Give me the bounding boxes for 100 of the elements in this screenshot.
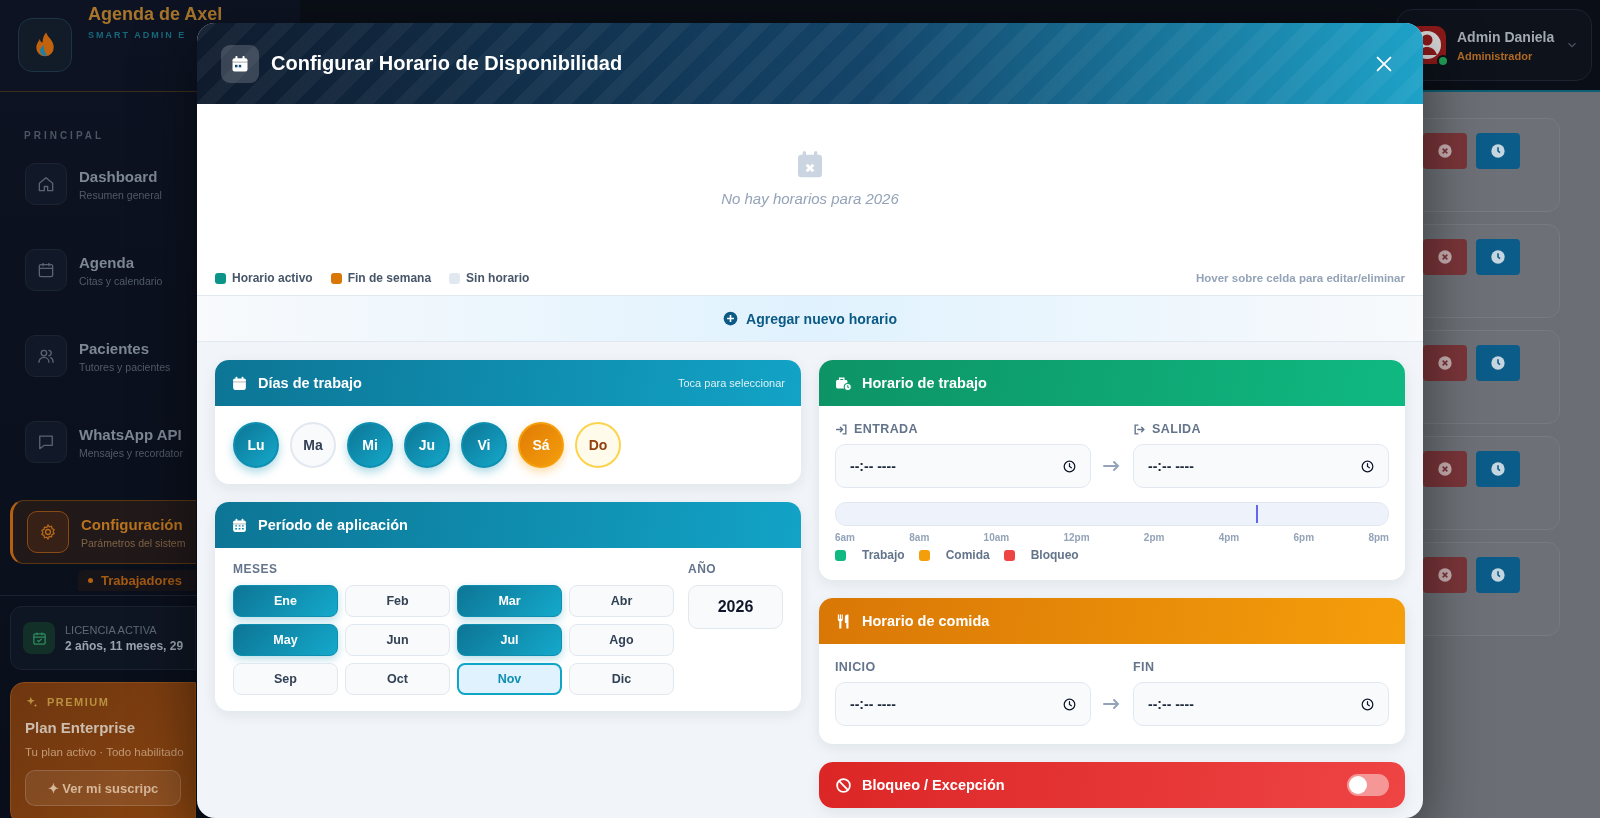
schedule-button[interactable]: [1476, 239, 1520, 275]
add-schedule-button[interactable]: Agregar nuevo horario: [197, 296, 1423, 342]
legend-label: Bloqueo: [1030, 548, 1079, 562]
month-toggle[interactable]: Oct: [345, 663, 450, 695]
sidebar-item[interactable]: Agenda Citas y calendario: [10, 242, 196, 298]
sign-in-icon: [835, 422, 848, 436]
time-input-field[interactable]: --:-- ----: [1133, 444, 1389, 488]
clock-icon: [1490, 249, 1506, 265]
home-icon: [36, 174, 56, 194]
schedule-button[interactable]: [1476, 133, 1520, 169]
item-description: Parámetros del sistem: [81, 536, 186, 549]
field-label: ENTRADA: [835, 422, 1091, 436]
x-circle-icon: [1437, 461, 1453, 477]
month-toggle[interactable]: Nov: [457, 663, 562, 695]
clock-icon: [1062, 458, 1077, 474]
legend-label: Horario activo: [232, 271, 313, 285]
sparkle-icon: [25, 695, 39, 709]
timeline-tick: 8am: [909, 532, 930, 543]
month-toggle[interactable]: Jul: [457, 624, 562, 656]
timeline-tick: 4pm: [1218, 532, 1240, 543]
cancel-button[interactable]: [1423, 345, 1467, 381]
license-duration: 2 años, 11 meses, 29: [65, 638, 184, 653]
cancel-button[interactable]: [1423, 557, 1467, 593]
year-field[interactable]: 2026: [688, 585, 783, 629]
card-title: Horario de trabajo: [862, 375, 987, 391]
timeline-tick: 12pm: [1063, 532, 1090, 543]
item-label: WhatsApp API: [79, 425, 183, 443]
x-circle-icon: [1437, 143, 1453, 159]
license-label: LICENCIA ACTIVA: [65, 623, 158, 636]
legend-label: Fin de semana: [347, 271, 432, 285]
day-toggle[interactable]: Ju: [404, 422, 450, 468]
gear-icon: [38, 522, 58, 542]
briefcase-clock-icon: [835, 374, 852, 392]
item-label: Configuración: [81, 515, 184, 533]
calendar-icon: [230, 53, 250, 74]
sidebar-subitem[interactable]: Trabajadores: [78, 570, 196, 591]
field-label: FIN: [1133, 660, 1156, 674]
toggle-switch[interactable]: [1347, 774, 1389, 796]
x-circle-icon: [1437, 355, 1453, 371]
sidebar-item[interactable]: Configuración Parámetros del sistem: [10, 500, 196, 564]
x-circle-icon: [1437, 567, 1453, 583]
month-toggle[interactable]: Ene: [233, 585, 338, 617]
calendar-icon: [36, 260, 56, 280]
calendar-check-icon: [30, 629, 48, 647]
legend-label: Trabajo: [862, 548, 905, 562]
month-toggle[interactable]: Mar: [457, 585, 562, 617]
month-toggle[interactable]: Abr: [569, 585, 674, 617]
item-label: Agenda: [79, 253, 135, 271]
sidebar-item[interactable]: Pacientes Tutores y pacientes: [10, 328, 196, 384]
time-input-field[interactable]: --:-- ----: [835, 444, 1091, 488]
dialog-title: Configurar Horario de Disponibilidad: [271, 52, 623, 75]
day-toggle[interactable]: Vi: [461, 422, 507, 468]
time-input-field[interactable]: --:-- ----: [1133, 682, 1389, 726]
premium-label: PREMIUM: [47, 696, 110, 708]
day-toggle[interactable]: Mi: [347, 422, 393, 468]
subscription-button[interactable]: ✦ Ver mi suscripc: [25, 770, 181, 806]
legend-label: Comida: [945, 548, 990, 562]
timeline-tick: 6am: [835, 532, 855, 543]
cancel-button[interactable]: [1423, 451, 1467, 487]
item-description: Resumen general: [79, 188, 162, 201]
schedule-button[interactable]: [1476, 557, 1520, 593]
plan-description: Tu plan activo · Todo habilitado: [25, 746, 181, 758]
month-toggle[interactable]: Dic: [569, 663, 674, 695]
empty-state-message: No hay horarios para 2026: [721, 190, 899, 207]
month-toggle[interactable]: May: [233, 624, 338, 656]
x-circle-icon: [1437, 249, 1453, 265]
clock-icon: [1490, 143, 1506, 159]
legend-label: Sin horario: [466, 271, 530, 285]
clock-icon: [1490, 355, 1506, 371]
cancel-button[interactable]: [1423, 239, 1467, 275]
ban-icon: [835, 776, 852, 794]
timeline-tick: 10am: [983, 532, 1010, 543]
sidebar-item[interactable]: WhatsApp API Mensajes y recordator: [10, 414, 196, 470]
clock-icon: [1360, 458, 1375, 474]
field-label: AÑO: [688, 562, 718, 576]
clock-icon: [1490, 461, 1506, 477]
time-input-field[interactable]: --:-- ----: [835, 682, 1091, 726]
card-title: Días de trabajo: [258, 375, 362, 391]
clock-icon: [1360, 696, 1375, 712]
schedule-button[interactable]: [1476, 451, 1520, 487]
item-label: Dashboard: [79, 167, 159, 185]
day-toggle[interactable]: Do: [575, 422, 621, 468]
month-toggle[interactable]: Jun: [345, 624, 450, 656]
timeline-tick: 6pm: [1293, 532, 1315, 543]
schedule-button[interactable]: [1476, 345, 1520, 381]
sidebar-item[interactable]: Dashboard Resumen general: [10, 156, 196, 212]
sign-out-icon: [1133, 422, 1146, 436]
month-toggle[interactable]: Feb: [345, 585, 450, 617]
day-toggle[interactable]: Ma: [290, 422, 336, 468]
card-title: Período de aplicación: [258, 517, 408, 533]
hint-text: Hover sobre celda para editar/eliminar: [1196, 272, 1405, 284]
day-toggle[interactable]: Lu: [233, 422, 279, 468]
month-toggle[interactable]: Ago: [569, 624, 674, 656]
timeline-tick: 2pm: [1143, 532, 1165, 543]
cancel-button[interactable]: [1423, 133, 1467, 169]
month-toggle[interactable]: Sep: [233, 663, 338, 695]
item-description: Tutores y pacientes: [79, 360, 171, 373]
app-subtitle: SMART ADMIN E: [88, 30, 188, 40]
app-title: Agenda de Axel: [88, 4, 223, 24]
arrow-icon: [1103, 460, 1121, 472]
